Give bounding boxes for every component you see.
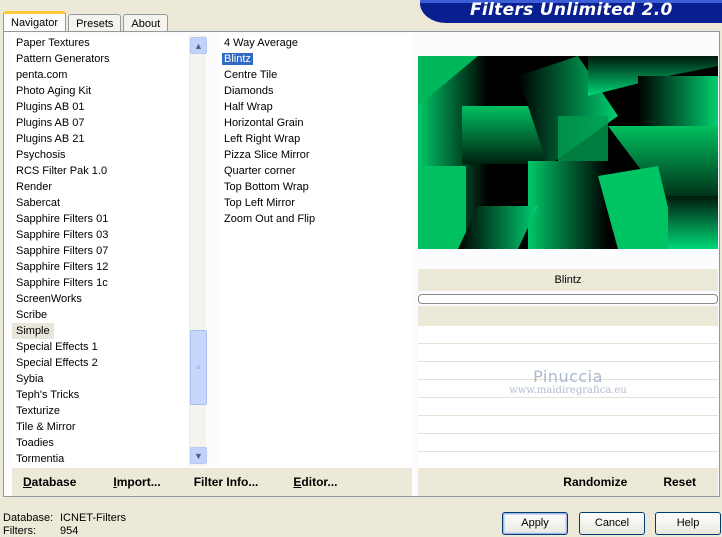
category-item[interactable]: Pattern Generators [12, 51, 189, 67]
scrollbar-thumb[interactable]: ≡ [190, 330, 207, 405]
filter-item[interactable]: Horizontal Grain [220, 115, 412, 131]
filter-item[interactable]: Zoom Out and Flip [220, 211, 412, 227]
preview-image-art [418, 56, 718, 249]
filter-info-button[interactable]: Filter Info... [194, 475, 259, 489]
filter-item[interactable]: Diamonds [220, 83, 412, 99]
filter-item-label: 4 Way Average [224, 37, 298, 49]
category-item[interactable]: Paper Textures [12, 35, 189, 51]
filter-item[interactable]: Half Wrap [220, 99, 412, 115]
filter-item[interactable]: Quarter corner [220, 163, 412, 179]
category-item[interactable]: penta.com [12, 67, 189, 83]
database-button-label: atabase [31, 475, 77, 489]
filter-item-label: Top Bottom Wrap [224, 181, 309, 193]
tab-bar: Navigator Presets About [3, 9, 170, 34]
filter-item-label: Pizza Slice Mirror [224, 149, 310, 161]
status-info: Database: ICNET-Filters Filters: 954 [3, 512, 126, 537]
preview-image [418, 56, 718, 249]
filter-item[interactable]: Top Bottom Wrap [220, 179, 412, 195]
filter-item[interactable]: Centre Tile [220, 67, 412, 83]
category-item[interactable]: Sapphire Filters 12 [12, 259, 189, 275]
parameter-area [418, 306, 718, 468]
parameter-row [418, 344, 718, 362]
category-item[interactable]: Teph's Tricks [12, 387, 189, 403]
category-item[interactable]: Sybia [12, 371, 189, 387]
category-item[interactable]: Sapphire Filters 01 [12, 211, 189, 227]
category-item[interactable]: RCS Filter Pak 1.0 [12, 163, 189, 179]
filter-item[interactable]: Blintz [220, 51, 412, 67]
parameter-row [418, 326, 718, 344]
filter-item-label: Diamonds [224, 85, 274, 97]
chevron-down-icon[interactable]: ▼ [190, 447, 207, 464]
filter-item-label: Quarter corner [224, 165, 296, 177]
category-item[interactable]: Sapphire Filters 1c [12, 275, 189, 291]
database-button-accel: D [23, 475, 32, 489]
category-list[interactable]: Paper Textures Pattern Generators penta.co… [12, 35, 189, 467]
category-item[interactable]: Toadies [12, 435, 189, 451]
category-item[interactable]: Sapphire Filters 07 [12, 243, 189, 259]
filter-info-button-label: Filter Info... [193, 475, 259, 489]
parameter-row [418, 416, 718, 434]
chevron-up-icon[interactable]: ▲ [190, 37, 207, 54]
category-item[interactable]: Texturize [12, 403, 189, 419]
filter-name-label: Blintz [418, 269, 718, 291]
category-item[interactable]: Special Effects 2 [12, 355, 189, 371]
filters-count-value: 954 [60, 525, 79, 537]
parameter-row [418, 434, 718, 452]
category-item[interactable]: Plugins AB 07 [12, 115, 189, 131]
title-banner: Filters Unlimited 2.0 [420, 0, 722, 23]
right-button-bar: Randomize Reset [418, 468, 718, 496]
filter-item-label: Zoom Out and Flip [224, 213, 316, 225]
reset-button[interactable]: Reset [663, 475, 696, 489]
filters-count-label: Filters: [3, 525, 36, 537]
category-item[interactable]: ScreenWorks [12, 291, 189, 307]
parameter-header [418, 306, 718, 326]
category-item[interactable]: Simple [12, 323, 54, 339]
database-button[interactable]: Database [23, 475, 76, 489]
category-item[interactable]: Tormentia [12, 451, 189, 467]
category-item[interactable]: Scribe [12, 307, 189, 323]
filter-item[interactable]: Pizza Slice Mirror [220, 147, 412, 163]
filter-item[interactable]: Left Right Wrap [220, 131, 412, 147]
help-button[interactable]: Help [655, 512, 721, 535]
parameter-row [418, 362, 718, 380]
filter-item[interactable]: 4 Way Average [220, 35, 412, 51]
apply-button[interactable]: Apply [502, 512, 568, 535]
category-item[interactable]: Psychosis [12, 147, 189, 163]
cancel-button[interactable]: Cancel [579, 512, 645, 535]
import-button-label: mport... [116, 475, 161, 489]
filter-item-label: Centre Tile [224, 69, 278, 81]
database-label: Database: [3, 512, 54, 524]
category-item[interactable]: Plugins AB 01 [12, 99, 189, 115]
filter-item-label: Horizontal Grain [224, 117, 304, 129]
category-item[interactable]: Special Effects 1 [12, 339, 189, 355]
filter-item-label: Half Wrap [224, 101, 273, 113]
category-scrollbar[interactable]: ▲ ≡ ▼ [189, 35, 207, 466]
navigator-panel: Paper Textures Pattern Generators penta.co… [3, 31, 720, 497]
filter-list[interactable]: 4 Way Average Blintz Centre Tile Diamonds Ha… [220, 35, 412, 467]
editor-button-label: ditor... [301, 475, 338, 489]
app-title: Filters Unlimited 2.0 [470, 0, 673, 20]
parameter-row [418, 380, 718, 398]
randomize-button[interactable]: Randomize [563, 475, 627, 489]
progress-bar [418, 294, 718, 304]
import-button[interactable]: Import... [113, 475, 160, 489]
category-item[interactable]: Render [12, 179, 189, 195]
grip-icon: ≡ [196, 363, 201, 372]
left-button-bar: Database Import... Filter Info... Editor… [12, 468, 412, 496]
category-item[interactable]: Tile & Mirror [12, 419, 189, 435]
category-item[interactable]: Plugins AB 21 [12, 131, 189, 147]
category-item[interactable]: Sabercat [12, 195, 189, 211]
parameter-row [418, 398, 718, 416]
category-item[interactable]: Photo Aging Kit [12, 83, 189, 99]
category-item[interactable]: Sapphire Filters 03 [12, 227, 189, 243]
database-value: ICNET-Filters [60, 512, 126, 524]
filter-item-label: Left Right Wrap [224, 133, 301, 145]
filter-item[interactable]: Top Left Mirror [220, 195, 412, 211]
editor-button[interactable]: Editor... [293, 475, 337, 489]
filter-item-label: Top Left Mirror [224, 197, 295, 209]
filter-item-label: Blintz [222, 53, 253, 65]
